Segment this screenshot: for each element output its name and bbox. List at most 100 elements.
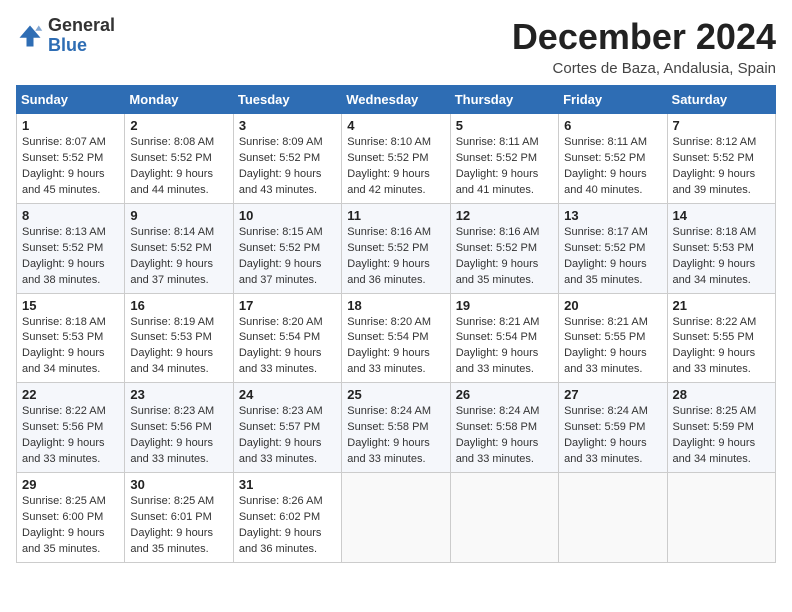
day-info: Sunrise: 8:10 AM Sunset: 5:52 PM Dayligh… (347, 135, 444, 199)
day-info: Sunrise: 8:20 AM Sunset: 5:54 PM Dayligh… (347, 315, 444, 379)
calendar-header-row: SundayMondayTuesdayWednesdayThursdayFrid… (17, 86, 776, 114)
calendar-week-row: 22 Sunrise: 8:22 AM Sunset: 5:56 PM Dayl… (17, 383, 776, 473)
month-title: December 2024 (512, 16, 776, 58)
day-number: 7 (673, 118, 770, 133)
day-info: Sunrise: 8:12 AM Sunset: 5:52 PM Dayligh… (673, 135, 770, 199)
calendar-cell: 9 Sunrise: 8:14 AM Sunset: 5:52 PM Dayli… (125, 203, 233, 293)
calendar-cell: 13 Sunrise: 8:17 AM Sunset: 5:52 PM Dayl… (559, 203, 667, 293)
calendar-cell: 21 Sunrise: 8:22 AM Sunset: 5:55 PM Dayl… (667, 293, 775, 383)
logo-icon (16, 22, 44, 50)
day-info: Sunrise: 8:24 AM Sunset: 5:58 PM Dayligh… (347, 404, 444, 468)
day-info: Sunrise: 8:23 AM Sunset: 5:56 PM Dayligh… (130, 404, 227, 468)
calendar-cell: 2 Sunrise: 8:08 AM Sunset: 5:52 PM Dayli… (125, 114, 233, 204)
calendar-cell (450, 473, 558, 563)
calendar-week-row: 1 Sunrise: 8:07 AM Sunset: 5:52 PM Dayli… (17, 114, 776, 204)
day-number: 28 (673, 387, 770, 402)
day-number: 21 (673, 298, 770, 313)
calendar-header-tuesday: Tuesday (233, 86, 341, 114)
day-info: Sunrise: 8:14 AM Sunset: 5:52 PM Dayligh… (130, 225, 227, 289)
calendar-cell: 29 Sunrise: 8:25 AM Sunset: 6:00 PM Dayl… (17, 473, 125, 563)
day-info: Sunrise: 8:23 AM Sunset: 5:57 PM Dayligh… (239, 404, 336, 468)
calendar-cell: 25 Sunrise: 8:24 AM Sunset: 5:58 PM Dayl… (342, 383, 450, 473)
calendar-header-saturday: Saturday (667, 86, 775, 114)
calendar-cell: 18 Sunrise: 8:20 AM Sunset: 5:54 PM Dayl… (342, 293, 450, 383)
page-header: General Blue December 2024 Cortes de Baz… (16, 16, 776, 77)
calendar-cell (342, 473, 450, 563)
day-number: 11 (347, 208, 444, 223)
day-info: Sunrise: 8:25 AM Sunset: 6:01 PM Dayligh… (130, 494, 227, 558)
day-number: 26 (456, 387, 553, 402)
calendar-cell: 15 Sunrise: 8:18 AM Sunset: 5:53 PM Dayl… (17, 293, 125, 383)
logo-text: General Blue (48, 16, 115, 56)
day-number: 18 (347, 298, 444, 313)
day-info: Sunrise: 8:16 AM Sunset: 5:52 PM Dayligh… (347, 225, 444, 289)
day-number: 3 (239, 118, 336, 133)
calendar-cell: 14 Sunrise: 8:18 AM Sunset: 5:53 PM Dayl… (667, 203, 775, 293)
day-info: Sunrise: 8:16 AM Sunset: 5:52 PM Dayligh… (456, 225, 553, 289)
day-info: Sunrise: 8:11 AM Sunset: 5:52 PM Dayligh… (564, 135, 661, 199)
day-info: Sunrise: 8:15 AM Sunset: 5:52 PM Dayligh… (239, 225, 336, 289)
calendar-cell (559, 473, 667, 563)
day-info: Sunrise: 8:26 AM Sunset: 6:02 PM Dayligh… (239, 494, 336, 558)
calendar-header-sunday: Sunday (17, 86, 125, 114)
day-info: Sunrise: 8:18 AM Sunset: 5:53 PM Dayligh… (22, 315, 119, 379)
day-number: 12 (456, 208, 553, 223)
calendar-cell: 23 Sunrise: 8:23 AM Sunset: 5:56 PM Dayl… (125, 383, 233, 473)
day-number: 24 (239, 387, 336, 402)
day-number: 5 (456, 118, 553, 133)
calendar-cell: 3 Sunrise: 8:09 AM Sunset: 5:52 PM Dayli… (233, 114, 341, 204)
day-number: 19 (456, 298, 553, 313)
calendar-cell: 4 Sunrise: 8:10 AM Sunset: 5:52 PM Dayli… (342, 114, 450, 204)
day-number: 14 (673, 208, 770, 223)
calendar-cell: 17 Sunrise: 8:20 AM Sunset: 5:54 PM Dayl… (233, 293, 341, 383)
calendar-header-monday: Monday (125, 86, 233, 114)
calendar-cell: 28 Sunrise: 8:25 AM Sunset: 5:59 PM Dayl… (667, 383, 775, 473)
day-info: Sunrise: 8:18 AM Sunset: 5:53 PM Dayligh… (673, 225, 770, 289)
day-number: 9 (130, 208, 227, 223)
calendar-cell: 5 Sunrise: 8:11 AM Sunset: 5:52 PM Dayli… (450, 114, 558, 204)
day-number: 20 (564, 298, 661, 313)
calendar-cell: 16 Sunrise: 8:19 AM Sunset: 5:53 PM Dayl… (125, 293, 233, 383)
calendar-cell: 11 Sunrise: 8:16 AM Sunset: 5:52 PM Dayl… (342, 203, 450, 293)
day-number: 25 (347, 387, 444, 402)
day-info: Sunrise: 8:13 AM Sunset: 5:52 PM Dayligh… (22, 225, 119, 289)
day-number: 29 (22, 477, 119, 492)
day-info: Sunrise: 8:07 AM Sunset: 5:52 PM Dayligh… (22, 135, 119, 199)
calendar-cell: 22 Sunrise: 8:22 AM Sunset: 5:56 PM Dayl… (17, 383, 125, 473)
day-number: 6 (564, 118, 661, 133)
day-number: 10 (239, 208, 336, 223)
day-info: Sunrise: 8:25 AM Sunset: 6:00 PM Dayligh… (22, 494, 119, 558)
location: Cortes de Baza, Andalusia, Spain (512, 60, 776, 77)
calendar-header-friday: Friday (559, 86, 667, 114)
logo-general: General (48, 15, 115, 35)
calendar-cell: 24 Sunrise: 8:23 AM Sunset: 5:57 PM Dayl… (233, 383, 341, 473)
calendar-cell: 1 Sunrise: 8:07 AM Sunset: 5:52 PM Dayli… (17, 114, 125, 204)
calendar-cell: 6 Sunrise: 8:11 AM Sunset: 5:52 PM Dayli… (559, 114, 667, 204)
calendar-header-thursday: Thursday (450, 86, 558, 114)
day-info: Sunrise: 8:25 AM Sunset: 5:59 PM Dayligh… (673, 404, 770, 468)
day-info: Sunrise: 8:21 AM Sunset: 5:54 PM Dayligh… (456, 315, 553, 379)
day-number: 30 (130, 477, 227, 492)
day-info: Sunrise: 8:24 AM Sunset: 5:58 PM Dayligh… (456, 404, 553, 468)
day-number: 8 (22, 208, 119, 223)
day-number: 31 (239, 477, 336, 492)
day-info: Sunrise: 8:09 AM Sunset: 5:52 PM Dayligh… (239, 135, 336, 199)
calendar-cell: 8 Sunrise: 8:13 AM Sunset: 5:52 PM Dayli… (17, 203, 125, 293)
calendar-cell: 27 Sunrise: 8:24 AM Sunset: 5:59 PM Dayl… (559, 383, 667, 473)
day-info: Sunrise: 8:11 AM Sunset: 5:52 PM Dayligh… (456, 135, 553, 199)
logo: General Blue (16, 16, 115, 56)
calendar-week-row: 15 Sunrise: 8:18 AM Sunset: 5:53 PM Dayl… (17, 293, 776, 383)
calendar-cell: 12 Sunrise: 8:16 AM Sunset: 5:52 PM Dayl… (450, 203, 558, 293)
calendar-cell: 31 Sunrise: 8:26 AM Sunset: 6:02 PM Dayl… (233, 473, 341, 563)
day-info: Sunrise: 8:22 AM Sunset: 5:55 PM Dayligh… (673, 315, 770, 379)
day-number: 27 (564, 387, 661, 402)
calendar-cell (667, 473, 775, 563)
calendar-cell: 7 Sunrise: 8:12 AM Sunset: 5:52 PM Dayli… (667, 114, 775, 204)
day-number: 4 (347, 118, 444, 133)
calendar-cell: 20 Sunrise: 8:21 AM Sunset: 5:55 PM Dayl… (559, 293, 667, 383)
calendar-table: SundayMondayTuesdayWednesdayThursdayFrid… (16, 85, 776, 563)
day-info: Sunrise: 8:19 AM Sunset: 5:53 PM Dayligh… (130, 315, 227, 379)
day-number: 22 (22, 387, 119, 402)
day-info: Sunrise: 8:24 AM Sunset: 5:59 PM Dayligh… (564, 404, 661, 468)
day-info: Sunrise: 8:08 AM Sunset: 5:52 PM Dayligh… (130, 135, 227, 199)
